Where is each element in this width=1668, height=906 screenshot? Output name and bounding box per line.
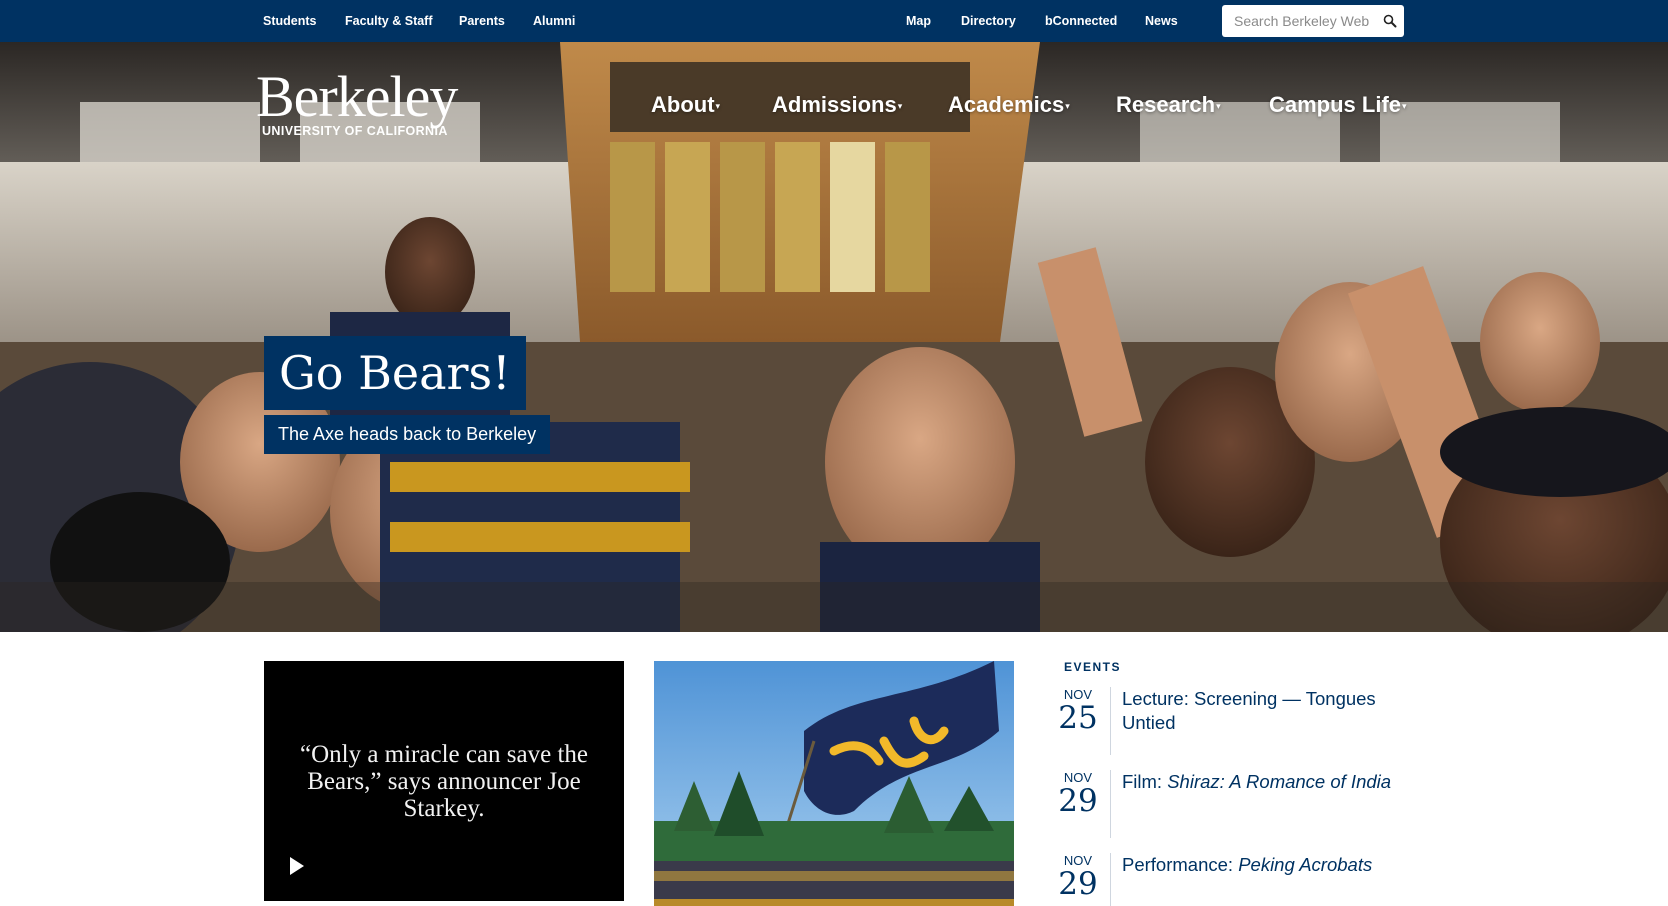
- hero-banner: Berkeley UNIVERSITY OF CALIFORNIA About▾…: [0, 42, 1668, 632]
- search-icon[interactable]: [1382, 13, 1398, 29]
- event-item: NOV 29 Film: Shiraz: A Romance of India: [1058, 770, 1408, 840]
- util-link-faculty-staff[interactable]: Faculty & Staff: [345, 0, 433, 42]
- caret-down-icon: ▾: [1402, 100, 1407, 111]
- event-title-link[interactable]: Performance: Peking Acrobats: [1122, 853, 1408, 877]
- event-day: 29: [1058, 866, 1098, 902]
- nav-about[interactable]: About▾: [651, 92, 720, 118]
- event-title-text: Lecture: Screening — Tongues Untied: [1122, 688, 1376, 733]
- video-quote: “Only a miracle can save the Bears,” say…: [299, 741, 589, 822]
- util-link-bconnected[interactable]: bConnected: [1045, 0, 1117, 42]
- nav-label: Academics: [948, 92, 1065, 117]
- play-icon[interactable]: [290, 857, 304, 875]
- util-link-parents[interactable]: Parents: [459, 0, 505, 42]
- nav-campus-life[interactable]: Campus Life▾: [1269, 92, 1407, 118]
- event-title-text: Film:: [1122, 771, 1168, 792]
- nav-academics[interactable]: Academics▾: [948, 92, 1070, 118]
- caret-down-icon: ▾: [1065, 100, 1070, 111]
- video-card[interactable]: “Only a miracle can save the Bears,” say…: [264, 661, 624, 901]
- hero-title: Go Bears!: [264, 336, 526, 410]
- caret-down-icon: ▾: [1216, 100, 1221, 111]
- events-heading: EVENTS: [1064, 660, 1122, 674]
- event-divider: [1110, 687, 1111, 755]
- cal-flag-photo[interactable]: [654, 661, 1014, 906]
- nav-research[interactable]: Research▾: [1116, 92, 1221, 118]
- event-item: NOV 29 Performance: Peking Acrobats: [1058, 853, 1408, 906]
- event-title-link[interactable]: Lecture: Screening — Tongues Untied: [1122, 687, 1408, 735]
- search-box: [1222, 5, 1404, 37]
- nav-label: Research: [1116, 92, 1216, 117]
- hero-subtitle-link[interactable]: The Axe heads back to Berkeley: [264, 415, 551, 454]
- event-divider: [1110, 770, 1111, 838]
- nav-label: About: [651, 92, 715, 117]
- event-item: NOV 25 Lecture: Screening — Tongues Unti…: [1058, 687, 1408, 757]
- util-link-map[interactable]: Map: [906, 0, 931, 42]
- event-title-italic: Peking Acrobats: [1238, 854, 1373, 875]
- util-link-directory[interactable]: Directory: [961, 0, 1016, 42]
- logo-subtitle: UNIVERSITY OF CALIFORNIA: [262, 124, 448, 138]
- event-title-italic: Shiraz: A Romance of India: [1167, 771, 1392, 792]
- nav-admissions[interactable]: Admissions▾: [772, 92, 902, 118]
- berkeley-logo[interactable]: Berkeley UNIVERSITY OF CALIFORNIA: [256, 64, 458, 139]
- event-divider: [1110, 853, 1111, 906]
- hero-photo: [0, 42, 1668, 632]
- caret-down-icon: ▾: [715, 100, 721, 111]
- event-title-text: Performance:: [1122, 854, 1239, 875]
- caret-down-icon: ▾: [897, 100, 903, 111]
- util-link-news[interactable]: News: [1145, 0, 1178, 42]
- utility-bar: Students Faculty & Staff Parents Alumni …: [0, 0, 1668, 42]
- logo-wordmark: Berkeley: [256, 64, 458, 129]
- util-link-students[interactable]: Students: [263, 0, 316, 42]
- event-day: 29: [1058, 783, 1098, 819]
- nav-label: Campus Life: [1269, 92, 1402, 117]
- flag-image: [654, 661, 1014, 906]
- util-link-alumni[interactable]: Alumni: [533, 0, 575, 42]
- nav-label: Admissions: [772, 92, 897, 117]
- event-title-link[interactable]: Film: Shiraz: A Romance of India: [1122, 770, 1408, 794]
- event-day: 25: [1058, 700, 1098, 736]
- search-input[interactable]: [1222, 5, 1372, 37]
